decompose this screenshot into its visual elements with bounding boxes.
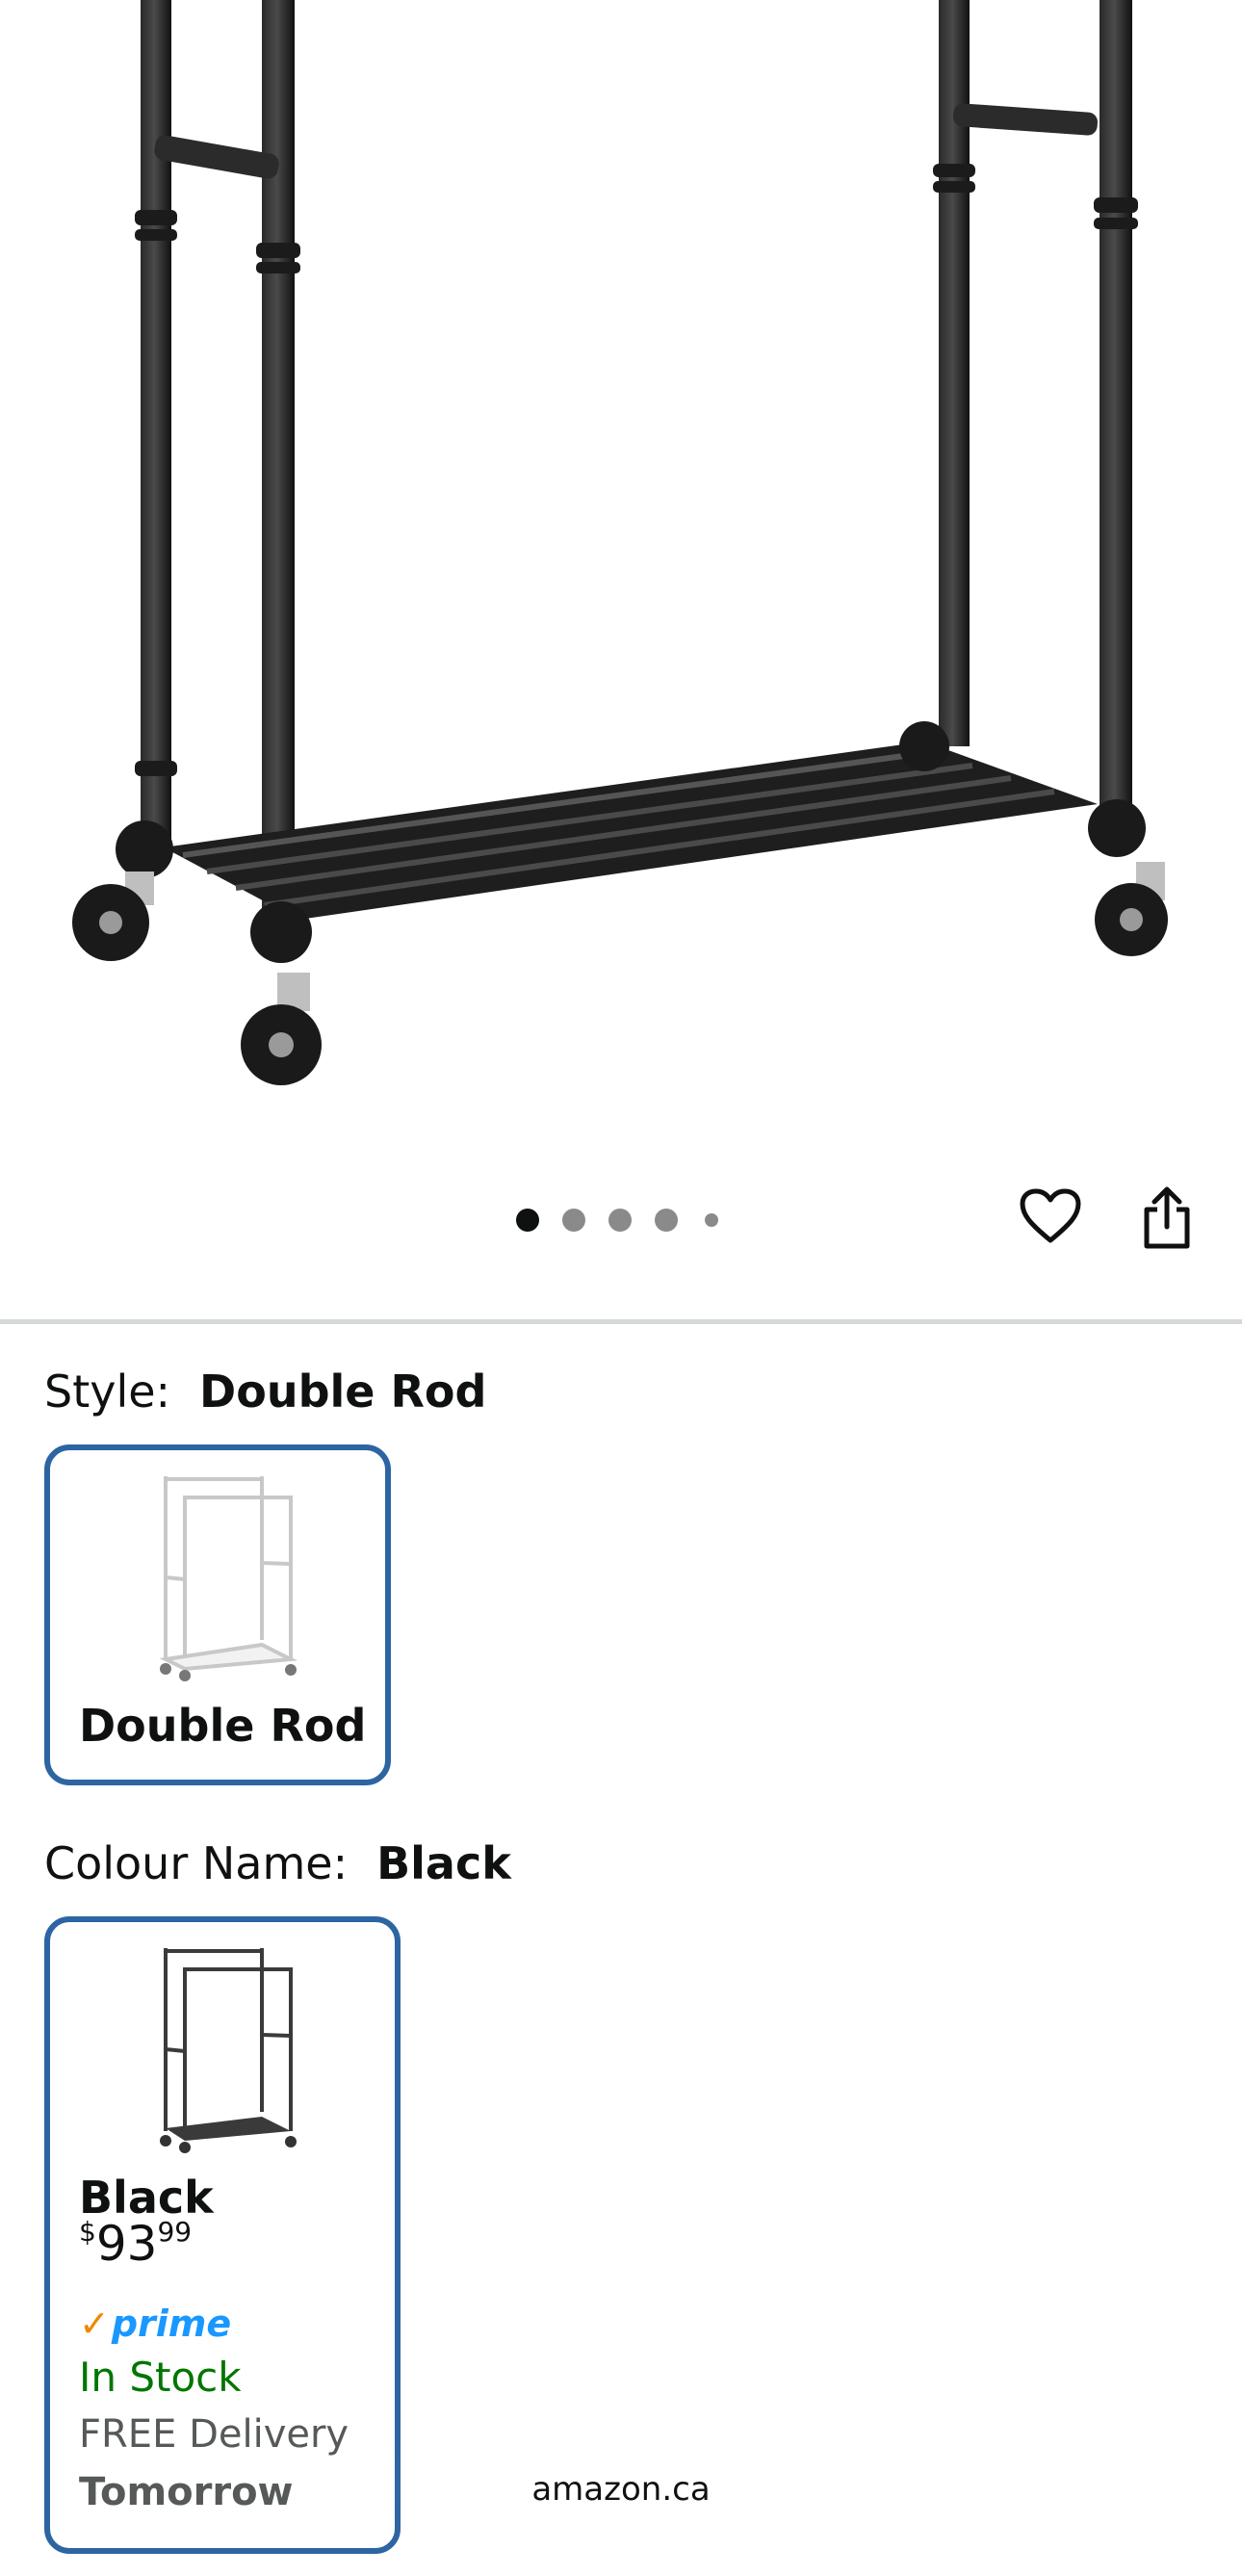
style-label: Style: bbox=[44, 1366, 171, 1418]
prime-label: prime bbox=[111, 2303, 232, 2345]
share-icon[interactable] bbox=[1136, 1183, 1198, 1254]
price-currency: $ bbox=[79, 2216, 96, 2248]
price: $9399 bbox=[79, 2203, 192, 2273]
colour-label-row: Colour Name: Black bbox=[44, 1834, 511, 1892]
delivery-date: Tomorrow bbox=[79, 2470, 294, 2514]
heart-outline-icon[interactable] bbox=[1017, 1183, 1084, 1250]
carousel-dot-active[interactable] bbox=[516, 1209, 539, 1232]
product-detail-page: Style: Double Rod Double Rod Colour Name:… bbox=[0, 0, 1242, 2576]
colour-selected-value: Black bbox=[376, 1837, 511, 1889]
price-fraction: 99 bbox=[157, 2216, 193, 2248]
stock-status: In Stock bbox=[79, 2354, 242, 2401]
style-label-row: Style: Double Rod bbox=[44, 1363, 486, 1420]
white-double-rod-rack-thumbnail bbox=[159, 1476, 298, 1681]
image-carousel-dots[interactable] bbox=[516, 1209, 718, 1232]
style-option-double-rod[interactable]: Double Rod bbox=[44, 1444, 391, 1785]
style-selected-value: Double Rod bbox=[199, 1366, 487, 1418]
carousel-dot[interactable] bbox=[705, 1213, 718, 1227]
prime-badge: ✓prime bbox=[79, 2303, 231, 2345]
colour-option-black[interactable]: Black $9399 ✓prime In Stock FREE Deliver… bbox=[44, 1916, 401, 2554]
section-divider bbox=[0, 1319, 1242, 1324]
carousel-dot[interactable] bbox=[562, 1209, 585, 1232]
prime-check-icon: ✓ bbox=[79, 2303, 110, 2345]
browser-url-bar[interactable]: amazon.ca bbox=[462, 2446, 780, 2533]
delivery-text: FREE Delivery bbox=[79, 2412, 349, 2457]
carousel-dot[interactable] bbox=[608, 1209, 632, 1232]
carousel-dot[interactable] bbox=[655, 1209, 678, 1232]
garment-rack-image bbox=[72, 0, 1168, 1085]
price-whole: 93 bbox=[95, 2216, 158, 2272]
black-double-rod-rack-thumbnail bbox=[160, 1948, 297, 2153]
style-option-label: Double Rod bbox=[79, 1700, 367, 1752]
browser-url-text: amazon.ca bbox=[531, 2470, 711, 2509]
product-image[interactable] bbox=[0, 0, 1242, 1136]
colour-label: Colour Name: bbox=[44, 1837, 349, 1889]
